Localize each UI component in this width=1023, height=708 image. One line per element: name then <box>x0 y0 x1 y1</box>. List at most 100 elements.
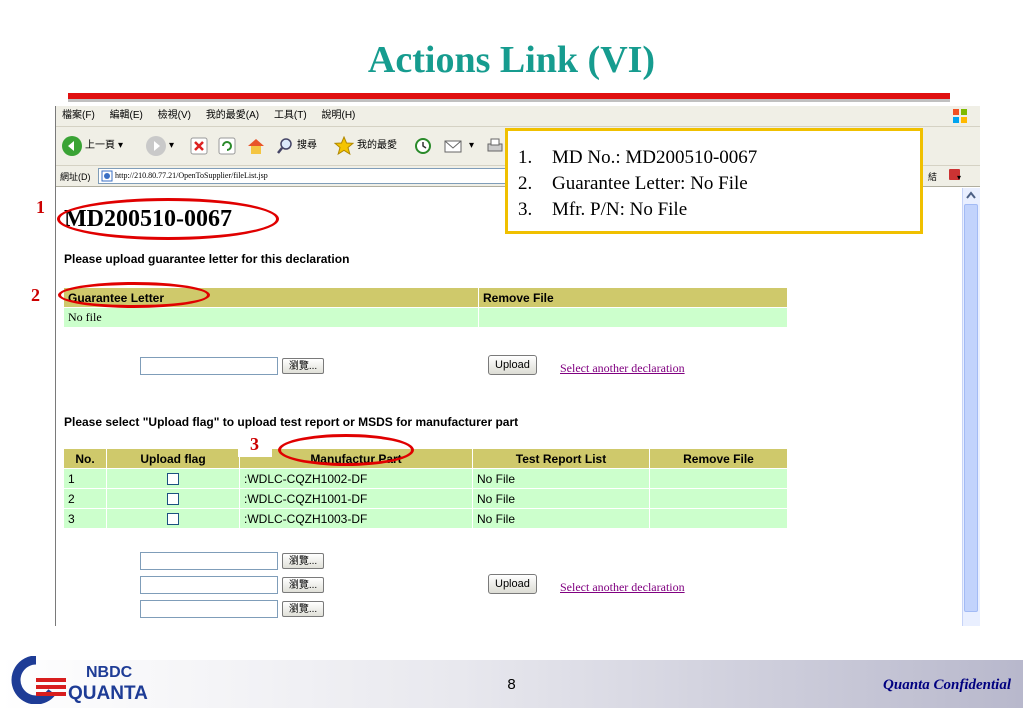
part-file-row-1: 瀏覽... <box>140 552 324 570</box>
header-no: No. <box>64 449 107 469</box>
chevron-down-icon[interactable]: ▾ <box>169 135 174 157</box>
parts-table: No. Upload flag Manufactur Part Test Rep… <box>64 449 788 528</box>
callout-box: 1. MD No.: MD200510-0067 2. Guarantee Lett… <box>505 128 923 234</box>
part-file-input[interactable] <box>140 552 278 570</box>
vertical-scrollbar[interactable] <box>962 188 980 626</box>
refresh-button[interactable] <box>218 135 236 157</box>
refresh-icon <box>218 137 236 155</box>
menu-bar: 檔案(F) 編輯(E) 檢視(V) 我的最愛(A) 工具(T) 說明(H) <box>56 106 980 127</box>
search-button[interactable]: 搜尋 <box>276 135 317 157</box>
links-label[interactable]: 結 <box>928 170 937 183</box>
upload-flag-checkbox[interactable] <box>167 513 179 526</box>
table-row: 2 :WDLC-CQZH1001-DF No File <box>64 488 788 509</box>
print-button[interactable] <box>486 135 504 157</box>
guarantee-prompt: Please upload guarantee letter for this … <box>64 252 350 266</box>
address-value: http://210.80.77.21/OpenToSupplier/fileL… <box>115 171 268 180</box>
back-label: 上一頁 <box>85 140 115 151</box>
remove-file-cell <box>478 307 788 327</box>
header-upload-flag: Upload flag <box>106 449 240 469</box>
remove-file-cell <box>649 488 788 509</box>
confidential-label: Quanta Confidential <box>883 677 1011 693</box>
browse-button[interactable]: 瀏覽... <box>282 553 324 569</box>
forward-arrow-icon <box>146 136 166 156</box>
chevron-down-icon[interactable]: ▾ <box>469 135 474 157</box>
mail-button[interactable]: ▾ <box>444 135 474 157</box>
table-row: No file <box>64 307 788 327</box>
marker-3: 3 <box>250 434 259 454</box>
table-row: 1 :WDLC-CQZH1002-DF No File <box>64 468 788 489</box>
remove-file-cell <box>649 508 788 528</box>
favorites-button[interactable]: 我的最愛 <box>334 135 397 157</box>
callout-item: 3. Mfr. P/N: No File <box>518 199 688 220</box>
select-another-link[interactable]: Select another declaration <box>560 580 685 595</box>
guarantee-file-row: 瀏覽... <box>140 357 324 375</box>
highlight-manufactur-part <box>278 434 414 466</box>
stop-button[interactable] <box>190 135 208 157</box>
slide-title: Actions Link (VI) <box>367 39 656 81</box>
flag-prompt: Please select "Upload flag" to upload te… <box>64 415 519 429</box>
svg-text:▾: ▾ <box>957 173 961 182</box>
marker-2: 2 <box>31 285 40 305</box>
page-number: 8 <box>507 676 516 693</box>
stop-icon <box>190 137 208 155</box>
guarantee-upload-button[interactable]: Upload <box>488 355 537 375</box>
search-label: 搜尋 <box>297 140 317 151</box>
menu-file[interactable]: 檔案(F) <box>62 110 95 121</box>
select-another-link[interactable]: Select another declaration <box>560 361 685 376</box>
menu-favorites[interactable]: 我的最愛(A) <box>206 110 259 121</box>
page-icon <box>101 170 113 182</box>
address-input[interactable]: http://210.80.77.21/OpenToSupplier/fileL… <box>98 168 536 184</box>
flag-cell <box>106 468 240 489</box>
browse-button[interactable]: 瀏覽... <box>282 358 324 374</box>
history-icon <box>415 138 431 154</box>
part-number: :WDLC-CQZH1001-DF <box>239 488 473 509</box>
home-icon <box>248 139 264 154</box>
scroll-thumb[interactable] <box>964 204 978 612</box>
callout-item: 2. Guarantee Letter: No File <box>518 173 748 194</box>
part-file-row-2: 瀏覽... <box>140 576 324 594</box>
menu-view[interactable]: 檢視(V) <box>158 110 191 121</box>
back-button[interactable]: 上一頁 ▾ <box>62 135 123 157</box>
test-report-status: No File <box>472 468 650 489</box>
highlight-md-number <box>57 198 279 240</box>
header-remove-file: Remove File <box>649 449 788 469</box>
remove-file-cell <box>649 468 788 489</box>
header-remove-file: Remove File <box>478 288 788 308</box>
scroll-up-icon[interactable] <box>965 190 977 200</box>
guarantee-file-input[interactable] <box>140 357 278 375</box>
upload-flag-checkbox[interactable] <box>167 493 179 506</box>
back-arrow-icon <box>62 136 82 156</box>
search-icon <box>277 138 292 154</box>
star-icon <box>334 136 354 156</box>
history-button[interactable] <box>414 135 432 157</box>
upload-flag-checkbox[interactable] <box>167 473 179 486</box>
highlight-guarantee-letter <box>58 282 210 308</box>
menu-tools[interactable]: 工具(T) <box>274 110 307 121</box>
mail-icon <box>444 140 462 153</box>
menu-help[interactable]: 說明(H) <box>322 110 356 121</box>
test-report-status: No File <box>472 508 650 528</box>
test-report-status: No File <box>472 488 650 509</box>
row-number: 2 <box>64 488 107 509</box>
title-underline <box>68 93 950 99</box>
part-file-input[interactable] <box>140 576 278 594</box>
address-label: 網址(D) <box>60 172 91 182</box>
flag-cell <box>106 508 240 528</box>
part-file-row-3: 瀏覽... <box>140 600 324 618</box>
browse-button[interactable]: 瀏覽... <box>282 577 324 593</box>
table-row: 3 :WDLC-CQZH1003-DF No File <box>64 508 788 528</box>
guarantee-status: No file <box>64 307 479 327</box>
flag-cell <box>106 488 240 509</box>
windows-logo-icon <box>953 109 967 123</box>
translate-icon[interactable]: ▾ <box>948 168 970 184</box>
parts-upload-button[interactable]: Upload <box>488 574 537 594</box>
chevron-down-icon[interactable]: ▾ <box>118 135 123 157</box>
browse-button[interactable]: 瀏覽... <box>282 601 324 617</box>
part-file-input[interactable] <box>140 600 278 618</box>
home-button[interactable] <box>246 135 266 157</box>
menu-edit[interactable]: 編輯(E) <box>110 110 143 121</box>
header-test-report-list: Test Report List <box>472 449 650 469</box>
part-number: :WDLC-CQZH1002-DF <box>239 468 473 489</box>
print-icon <box>487 138 503 152</box>
forward-button[interactable]: ▾ <box>146 135 174 157</box>
